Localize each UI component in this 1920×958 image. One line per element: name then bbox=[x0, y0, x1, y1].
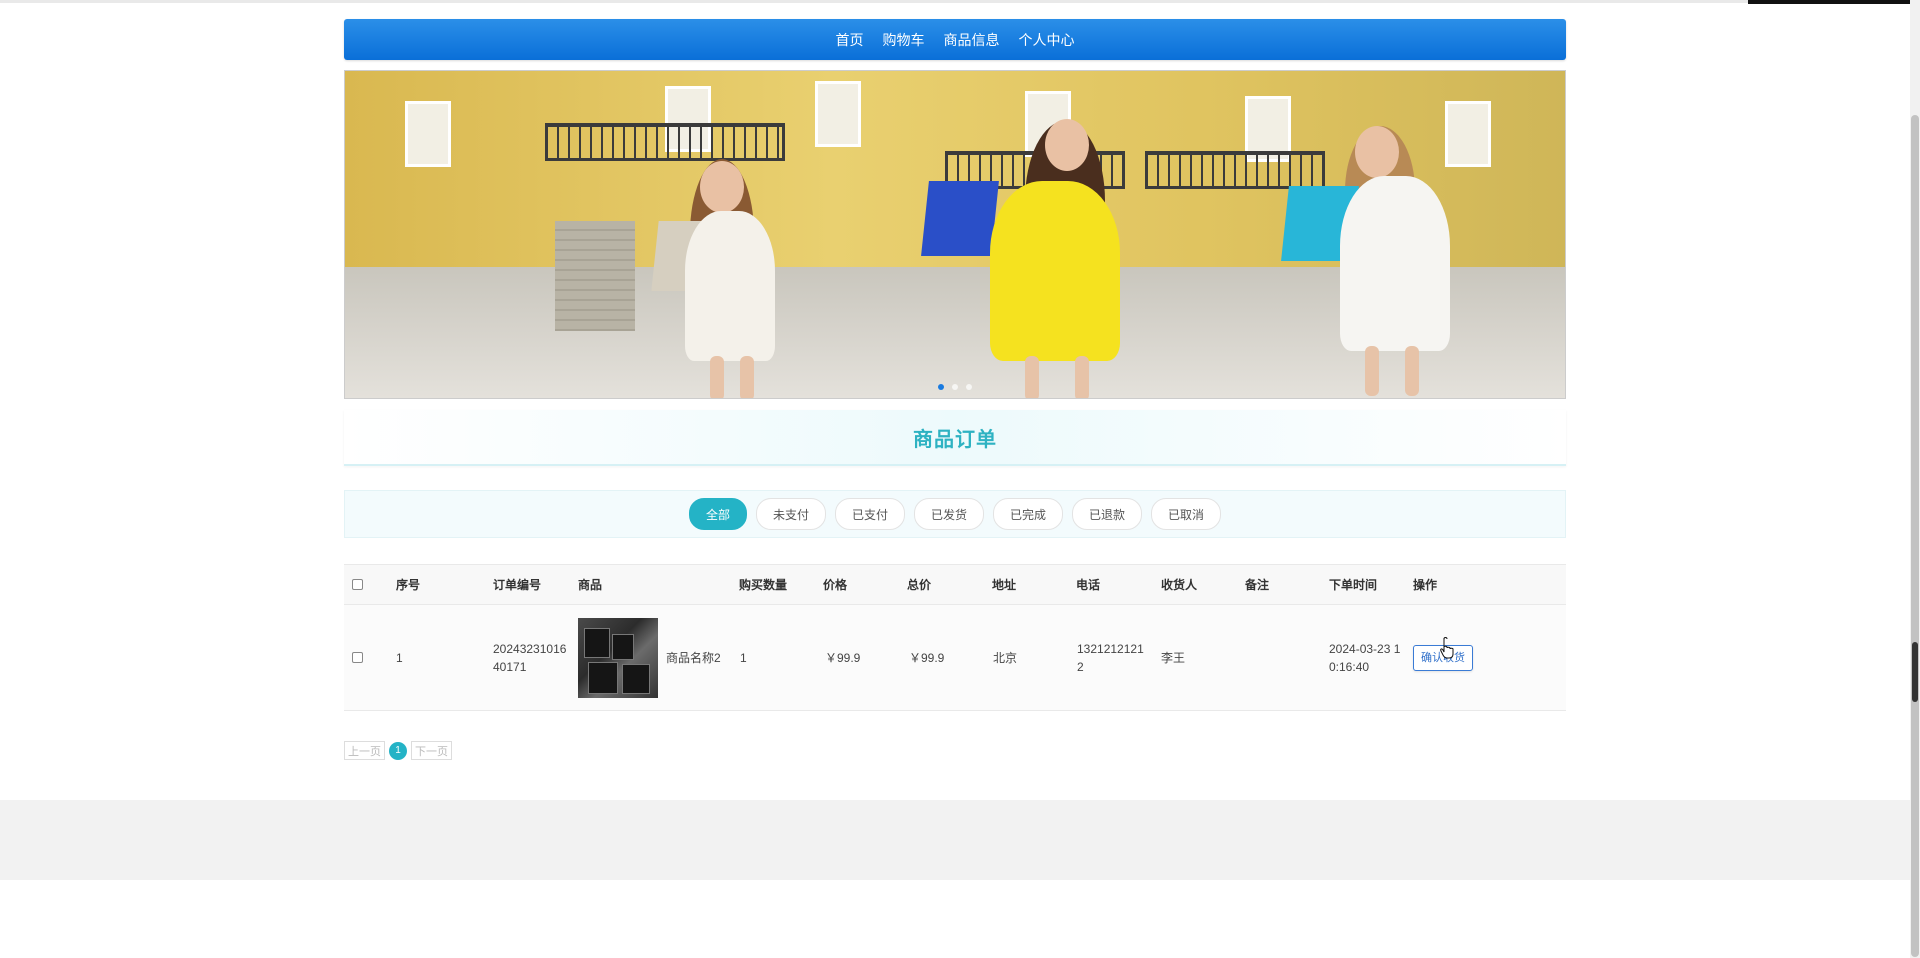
section-title-bar: 商品订单 bbox=[344, 410, 1566, 466]
col-total: 总价 bbox=[907, 577, 932, 592]
row-checkbox[interactable] bbox=[352, 652, 363, 663]
scrollbar-handle-mark bbox=[1912, 642, 1918, 702]
banner-balcony bbox=[545, 123, 785, 161]
nav-home[interactable]: 首页 bbox=[836, 30, 864, 50]
top-right-bar bbox=[1748, 0, 1920, 4]
order-status-filter: 全部 未支付 已支付 已发货 已完成 已退款 已取消 bbox=[344, 490, 1566, 538]
next-page-button[interactable]: 下一页 bbox=[411, 741, 452, 760]
table-row: 1 2024323101640171 商品名称2 1 ￥99.9 ￥99.9 北… bbox=[344, 605, 1566, 711]
carousel-dot[interactable] bbox=[938, 384, 944, 390]
order-table: 序号 订单编号 商品 购买数量 价格 总价 地址 电话 收货人 备注 下单时间 … bbox=[344, 564, 1566, 711]
row-order-time: 2024-03-23 10:16:40 bbox=[1329, 641, 1401, 674]
banner-person bbox=[1355, 126, 1399, 178]
banner-person bbox=[1045, 119, 1089, 171]
vertical-scrollbar[interactable] bbox=[1910, 0, 1920, 958]
banner-person bbox=[685, 211, 775, 361]
main-container: 首页 购物车 商品信息 个人中心 商品订单 全部 未支付 已支付 已发货 已完成… bbox=[344, 19, 1566, 760]
row-quantity: 1 bbox=[740, 650, 747, 665]
page-title: 商品订单 bbox=[913, 428, 997, 451]
banner-person bbox=[700, 161, 744, 213]
filter-cancelled[interactable]: 已取消 bbox=[1151, 498, 1222, 530]
filter-completed[interactable]: 已完成 bbox=[993, 498, 1064, 530]
filter-unpaid[interactable]: 未支付 bbox=[755, 498, 826, 530]
col-quantity: 购买数量 bbox=[739, 577, 788, 592]
row-price: ￥99.9 bbox=[825, 650, 861, 665]
product-thumbnail[interactable] bbox=[578, 617, 658, 698]
confirm-receipt-button[interactable]: 确认收货 bbox=[1413, 644, 1473, 671]
col-order-no: 订单编号 bbox=[493, 577, 542, 592]
carousel-dot[interactable] bbox=[966, 384, 972, 390]
banner-window bbox=[815, 81, 861, 147]
row-receiver: 李王 bbox=[1161, 650, 1186, 665]
carousel-dots bbox=[345, 384, 1565, 390]
pagination: 上一页 1 下一页 bbox=[344, 741, 452, 760]
prev-page-button[interactable]: 上一页 bbox=[344, 741, 385, 760]
col-address: 地址 bbox=[992, 577, 1017, 592]
row-address: 北京 bbox=[993, 650, 1018, 665]
table-header: 序号 订单编号 商品 购买数量 价格 总价 地址 电话 收货人 备注 下单时间 … bbox=[344, 564, 1566, 605]
page-number-current[interactable]: 1 bbox=[389, 741, 407, 760]
banner-person bbox=[740, 356, 754, 398]
row-order-no: 2024323101640171 bbox=[493, 641, 567, 674]
banner-person bbox=[1025, 356, 1039, 398]
page-footer bbox=[0, 800, 1920, 880]
row-index: 1 bbox=[396, 650, 403, 665]
row-product-name: 商品名称2 bbox=[666, 650, 721, 665]
banner-window bbox=[1445, 101, 1491, 167]
banner-balcony bbox=[1145, 151, 1325, 189]
scrollbar-thumb[interactable] bbox=[1911, 115, 1919, 957]
col-order-time: 下单时间 bbox=[1329, 577, 1378, 592]
filter-shipped[interactable]: 已发货 bbox=[913, 498, 984, 530]
col-index: 序号 bbox=[396, 577, 421, 592]
banner-bag bbox=[921, 181, 999, 256]
col-action: 操作 bbox=[1413, 577, 1438, 592]
banner-carousel[interactable] bbox=[344, 70, 1566, 399]
col-phone: 电话 bbox=[1076, 577, 1101, 592]
banner-door bbox=[555, 221, 635, 331]
col-note: 备注 bbox=[1245, 577, 1270, 592]
banner-person bbox=[990, 181, 1120, 361]
banner-window bbox=[405, 101, 451, 167]
select-all-checkbox[interactable] bbox=[352, 579, 363, 590]
filter-all[interactable]: 全部 bbox=[688, 498, 747, 530]
banner-person bbox=[1340, 176, 1450, 351]
row-phone: 13212121212 bbox=[1077, 641, 1144, 674]
top-navigation: 首页 购物车 商品信息 个人中心 bbox=[344, 19, 1566, 60]
top-border bbox=[0, 0, 1748, 3]
carousel-dot[interactable] bbox=[952, 384, 958, 390]
col-product: 商品 bbox=[578, 577, 603, 592]
nav-cart[interactable]: 购物车 bbox=[883, 30, 925, 50]
row-total: ￥99.9 bbox=[909, 650, 945, 665]
col-price: 价格 bbox=[823, 577, 848, 592]
nav-profile[interactable]: 个人中心 bbox=[1019, 30, 1075, 50]
filter-refunded[interactable]: 已退款 bbox=[1072, 498, 1143, 530]
banner-person bbox=[710, 356, 724, 398]
col-receiver: 收货人 bbox=[1161, 577, 1198, 592]
banner-person bbox=[1075, 356, 1089, 398]
nav-products[interactable]: 商品信息 bbox=[944, 30, 1000, 50]
filter-paid[interactable]: 已支付 bbox=[834, 498, 905, 530]
